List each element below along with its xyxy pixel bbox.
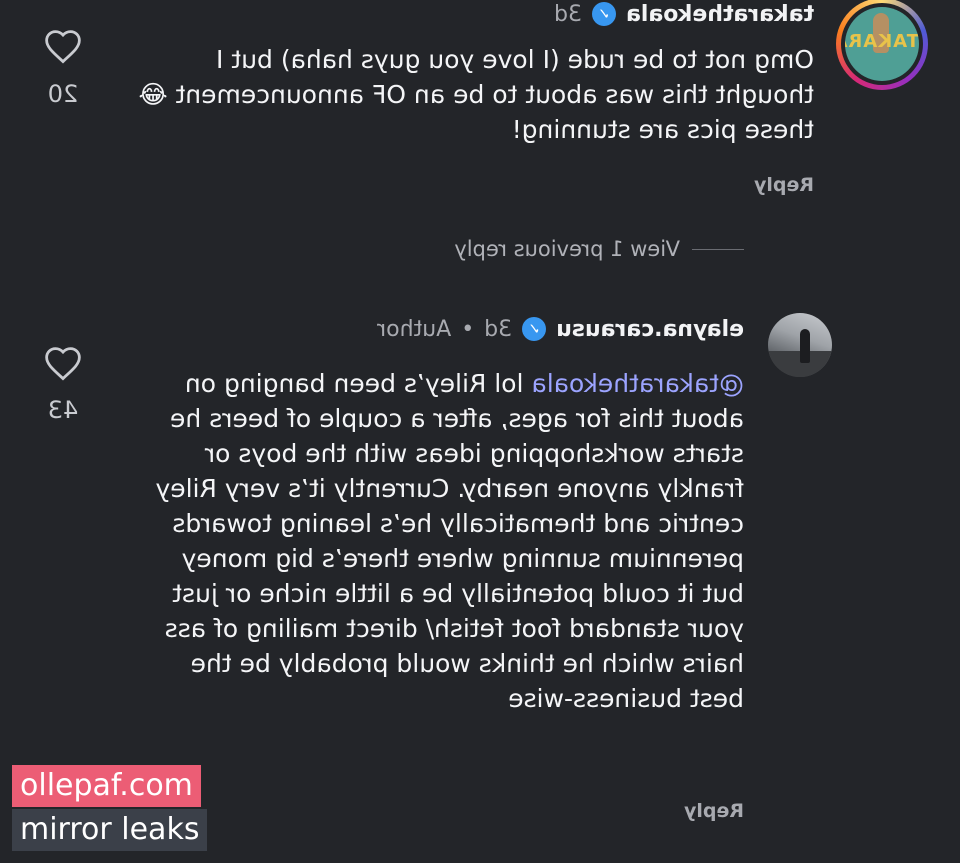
comment-time: 3d	[484, 316, 513, 342]
avatar-image: TAKARA	[845, 7, 919, 81]
avatar-logo-text: TAKARA	[845, 31, 919, 52]
verified-check-icon: ✓	[591, 2, 616, 26]
comment-username[interactable]: elayna.carausu	[556, 317, 744, 342]
verified-check-icon: ✓	[522, 317, 547, 341]
comment-body: @takarathekoala lol Riley’s been banging…	[144, 366, 744, 716]
like-heart-icon[interactable]	[43, 345, 83, 381]
view-replies-link[interactable]: View 1 previous reply	[454, 237, 680, 261]
comment-header: takarathekoala ✓ 3d	[554, 0, 814, 28]
comment-username[interactable]: takarathekoala	[626, 2, 814, 27]
author-label: Author	[377, 316, 452, 342]
separator-dot: •	[461, 316, 475, 342]
comment-text: Omg not to be rude (I love you guys haha…	[138, 45, 814, 144]
avatar-takarathekoala[interactable]: TAKARA	[836, 0, 928, 90]
like-count: 43	[47, 396, 79, 424]
avatar-elayna-carausu[interactable]	[768, 313, 832, 377]
comment-header: elayna.carausu ✓ 3d • Author	[377, 314, 744, 344]
comment-time: 3d	[554, 1, 582, 27]
watermark-site-badge: ollepaf.com	[12, 765, 201, 807]
reply-button[interactable]: Reply	[684, 800, 744, 822]
like-heart-icon[interactable]	[43, 28, 83, 64]
view-replies-row[interactable]: View 1 previous reply	[454, 237, 744, 261]
watermark-tagline-badge: mirror leaks	[12, 809, 208, 851]
mention-link[interactable]: @takarathekoala	[531, 369, 744, 398]
divider-line	[692, 248, 744, 250]
comment-text: lol Riley’s been banging on about this f…	[155, 369, 744, 713]
like-count: 20	[47, 80, 79, 108]
reply-button[interactable]: Reply	[754, 174, 814, 196]
comments-panel: TAKARA takarathekoala ✓ 3d Omg not to be…	[0, 0, 960, 863]
